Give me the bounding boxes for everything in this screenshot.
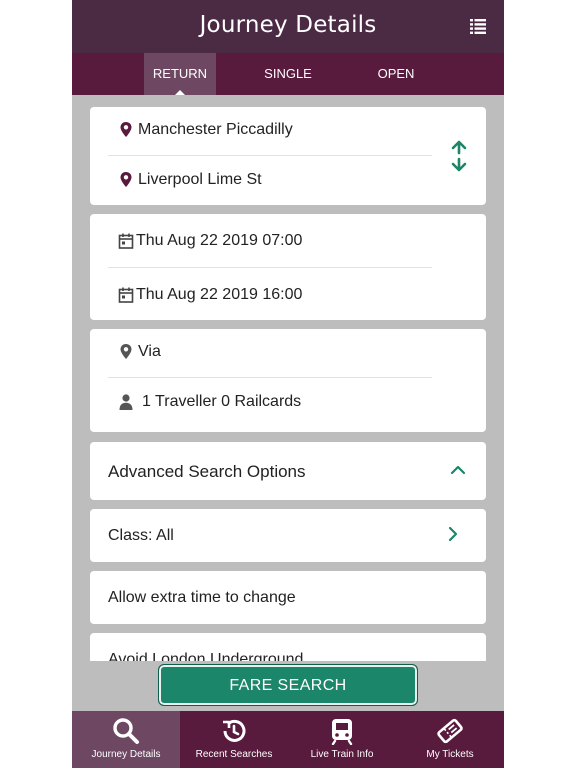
from-station-field[interactable]: Manchester Piccadilly <box>108 107 432 155</box>
ticket-icon <box>437 718 463 744</box>
journey-form: Manchester Piccadilly Liverpool Lime St <box>72 95 504 661</box>
bottom-navigation: Journey Details Recent Searches Live Tra… <box>72 711 504 768</box>
outbound-date-text: Thu Aug 22 2019 07:00 <box>136 232 303 249</box>
divider <box>108 267 432 268</box>
nav-my-tickets[interactable]: My Tickets <box>396 711 504 768</box>
travellers-text: 1 Traveller 0 Railcards <box>142 393 302 410</box>
nav-live-train-info[interactable]: Live Train Info <box>288 711 396 768</box>
nav-label: Live Train Info <box>310 749 374 760</box>
search-icon <box>113 718 139 744</box>
location-pin-icon <box>120 122 132 137</box>
nav-label: Recent Searches <box>195 749 273 760</box>
via-text: Via <box>138 343 161 360</box>
via-field[interactable]: Via <box>108 329 432 377</box>
avoid-underground-text: Avoid London Underground <box>108 651 304 661</box>
app-header: Journey Details <box>72 0 504 53</box>
stations-card: Manchester Piccadilly Liverpool Lime St <box>90 107 486 205</box>
location-pin-icon <box>120 344 132 359</box>
chevron-right-icon <box>448 526 458 542</box>
fare-search-button[interactable]: FARE SEARCH <box>158 664 418 706</box>
outbound-date-field[interactable]: Thu Aug 22 2019 07:00 <box>108 218 432 266</box>
class-selector[interactable]: Class: All <box>90 509 486 562</box>
nav-label: Journey Details <box>91 749 161 760</box>
tab-open[interactable]: OPEN <box>360 53 432 95</box>
extra-time-text: Allow extra time to change <box>108 589 296 606</box>
dates-card: Thu Aug 22 2019 07:00 Thu Aug 22 2019 16… <box>90 214 486 320</box>
ticket-type-tabs: RETURN SINGLE OPEN <box>72 53 504 95</box>
extra-time-option[interactable]: Allow extra time to change <box>90 571 486 624</box>
nav-recent-searches[interactable]: Recent Searches <box>180 711 288 768</box>
train-icon <box>331 719 353 745</box>
advanced-options-title: Advanced Search Options <box>108 462 306 481</box>
to-station-text: Liverpool Lime St <box>138 171 262 188</box>
class-text: Class: All <box>108 527 174 544</box>
divider <box>108 377 432 378</box>
from-station-text: Manchester Piccadilly <box>138 121 293 138</box>
location-pin-icon <box>120 172 132 187</box>
swap-stations-icon[interactable] <box>451 140 467 172</box>
return-date-field[interactable]: Thu Aug 22 2019 16:00 <box>108 272 432 320</box>
history-icon <box>223 719 246 742</box>
page-title: Journey Details <box>199 12 377 38</box>
travellers-field[interactable]: 1 Traveller 0 Railcards <box>108 379 432 427</box>
return-date-text: Thu Aug 22 2019 16:00 <box>136 286 303 303</box>
avoid-underground-option[interactable]: Avoid London Underground <box>90 633 486 661</box>
calendar-icon <box>118 287 134 303</box>
chevron-up-icon <box>450 465 466 475</box>
person-icon <box>119 394 133 410</box>
nav-label: My Tickets <box>426 749 474 760</box>
calendar-icon <box>118 233 134 249</box>
divider <box>108 155 432 156</box>
tab-return[interactable]: RETURN <box>144 53 216 95</box>
tab-single[interactable]: SINGLE <box>252 53 324 95</box>
list-menu-icon[interactable] <box>470 18 486 34</box>
app-screen: Journey Details RETURN SINGLE OPEN Manch… <box>72 0 504 768</box>
to-station-field[interactable]: Liverpool Lime St <box>108 157 432 205</box>
advanced-options-toggle[interactable]: Advanced Search Options <box>90 442 486 500</box>
options-card: Via 1 Traveller 0 Railcards <box>90 329 486 432</box>
nav-journey-details[interactable]: Journey Details <box>72 711 180 768</box>
